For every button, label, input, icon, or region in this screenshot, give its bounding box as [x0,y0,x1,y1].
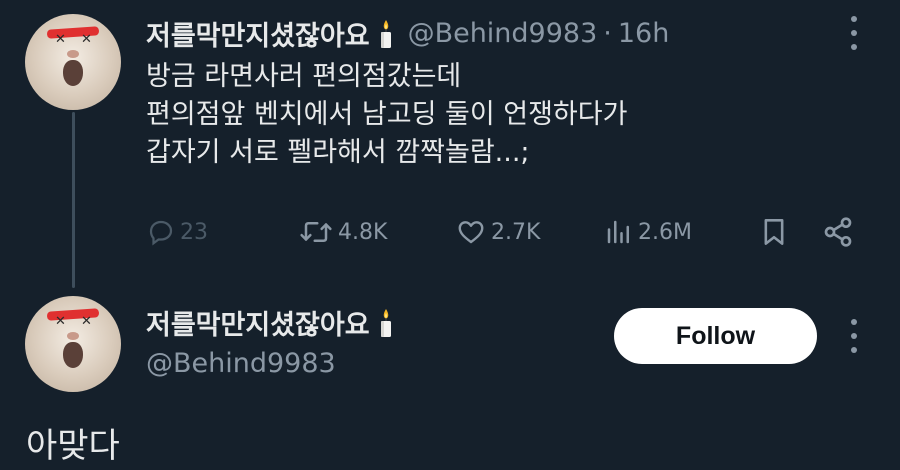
avatar[interactable]: ✕ ✕ [25,14,121,110]
heart-icon [458,221,484,244]
bookmark-icon [764,219,784,245]
reply-text: 아맞다 [26,426,120,466]
tweet-text-line: 방금 라면사러 편의점갔는데 [146,61,462,92]
nose-shape [67,332,79,340]
share-icon [824,217,852,247]
bookmark-button[interactable] [760,212,788,252]
user-handle[interactable]: @Behind9983 [146,348,336,379]
timestamp[interactable]: 16h [618,18,669,49]
like-count: 2.7K [491,219,541,245]
reply-header: 저를막만지셨잖아요 [146,303,394,342]
reply-button[interactable]: 23 [146,212,208,252]
nose-shape [67,50,79,58]
more-icon[interactable] [849,319,859,353]
eye-x-icon: ✕ [55,314,66,329]
eye-x-icon: ✕ [81,32,92,47]
eye-x-icon: ✕ [55,32,66,47]
mouth-shape [63,342,83,368]
share-button[interactable] [822,212,854,252]
mouth-shape [63,60,83,86]
avatar[interactable]: ✕ ✕ [25,296,121,392]
more-icon[interactable] [849,16,859,50]
eye-x-icon: ✕ [81,314,92,329]
tweet-actions-bar: 23 4.8K 2.7K 2.6M [0,212,900,252]
tweet-header: 저를막만지셨잖아요 @Behind9983 · 16h [146,14,669,53]
tweet-text-line: 갑자기 서로 펠라해서 깜짝놀람...; [146,137,530,168]
like-button[interactable]: 2.7K [455,212,540,252]
views-count: 2.6M [638,219,692,245]
tweet-text: 방금 라면사러 편의점갔는데 편의점앞 벤치에서 남고딩 둘이 언쟁하다가 갑자… [146,58,627,172]
reply-icon [149,220,173,246]
user-handle[interactable]: @Behind9983 [408,18,598,49]
reply-count: 23 [180,219,208,245]
retweet-count: 4.8K [338,219,388,245]
views-icon [607,220,629,244]
views-button[interactable]: 2.6M [604,212,692,252]
candle-icon [378,308,394,338]
thread-connector-line [72,112,75,288]
follow-button[interactable]: Follow [614,308,817,364]
candle-icon [378,19,394,49]
separator-dot: · [603,18,612,49]
display-name[interactable]: 저를막만지셨잖아요 [146,303,370,342]
tweet-text-line: 편의점앞 벤치에서 남고딩 둘이 언쟁하다가 [146,99,628,130]
retweet-button[interactable]: 4.8K [298,212,387,252]
retweet-icon [300,222,332,242]
display-name[interactable]: 저를막만지셨잖아요 [146,14,370,53]
